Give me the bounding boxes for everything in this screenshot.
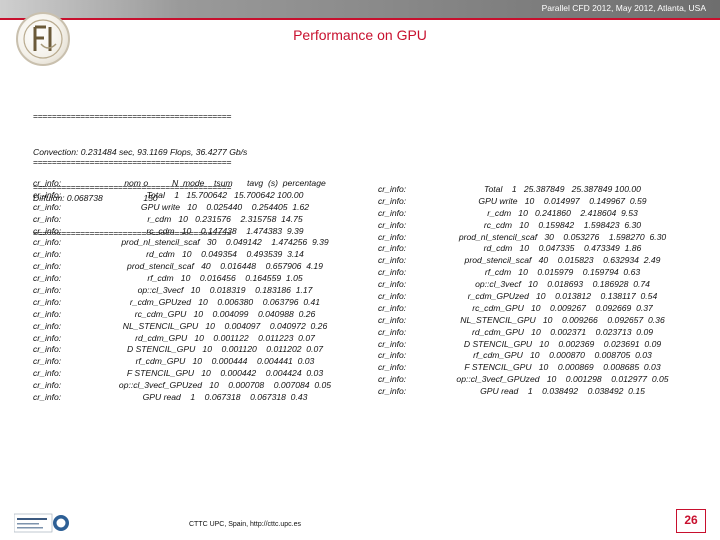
cr-info-prefix: cr_info: <box>378 386 407 397</box>
timing-row: F STENCIL_GPU 10 0.000442 0.004424 0.03 <box>126 368 324 379</box>
conference-label: Parallel CFD 2012, May 2012, Atlanta, US… <box>541 3 706 13</box>
timing-row: r_cdm 10 0.241860 2.418604 9.53 <box>487 207 638 218</box>
right-prefix-column: cr_info: cr_info: cr_info: cr_info: cr_info:… <box>378 184 406 398</box>
cr-info-prefix: cr_info: <box>33 380 62 391</box>
timing-row: op::cl_3vecf 10 0.018319 0.183186 1.17 <box>137 285 313 296</box>
cr-info-prefix: cr_info: <box>378 350 407 361</box>
cr-info-prefix: cr_info: <box>378 184 407 194</box>
cr-info-prefix: cr_info: <box>378 267 407 278</box>
header-divider <box>0 18 720 20</box>
timing-row: rc_cdm 10 0.159842 1.598423 6.30 <box>483 219 642 230</box>
timing-row: NL_STENCIL_GPU 10 0.009266 0.092657 0.36 <box>460 314 665 325</box>
cr-info-prefix: cr_info: <box>33 201 62 212</box>
timing-row: rd_cdm 10 0.047335 0.473349 1.86 <box>483 243 642 254</box>
cr-info-prefix: cr_info: <box>33 189 62 200</box>
cr-info-prefix: cr_info: <box>378 255 407 266</box>
timing-row: prod_stencil_scaf 40 0.016448 0.657906 4… <box>127 261 323 272</box>
timing-row: rd_cdm_GPU 10 0.001122 0.011223 0.07 <box>135 332 315 343</box>
timing-row: prod_nl_stencil_scaf 30 0.053276 1.59827… <box>458 231 667 242</box>
cr-info-prefix: cr_info: <box>33 308 62 319</box>
timing-row: prod_stencil_scaf 40 0.015823 0.632934 2… <box>464 255 661 266</box>
cr-info-prefix: cr_info: <box>378 219 407 230</box>
left-prefix-column: cr_info: cr_info: cr_info: cr_info: cr_info:… <box>33 178 61 404</box>
timing-row: NL_STENCIL_GPU 10 0.004097 0.040972 0.26 <box>122 320 328 331</box>
cr-info-prefix: cr_info: <box>33 332 62 343</box>
timing-row: Total 1 15.700642 15.700642 100.00 <box>146 189 304 200</box>
timing-row: rd_cdm_GPU 10 0.002371 0.023713 0.09 <box>471 326 654 337</box>
cr-info-prefix: cr_info: <box>378 207 407 218</box>
timing-row: op::cl_3vecf 10 0.018693 0.186928 0.74 <box>475 279 650 290</box>
timing-row: GPU read 1 0.038492 0.038492 0.15 <box>480 386 645 397</box>
timing-row: GPU write 10 0.014997 0.149967 0.59 <box>478 195 647 206</box>
timing-row: r_cdm_GPUzed 10 0.006380 0.063796 0.41 <box>129 296 321 307</box>
timing-row: rf_cdm_GPU 10 0.000444 0.004441 0.03 <box>135 356 315 367</box>
cr-info-prefix: cr_info: <box>33 237 62 248</box>
cr-info-prefix: cr_info: <box>378 279 407 290</box>
timing-row: GPU read 1 0.067318 0.067318 0.43 <box>142 392 308 403</box>
cr-info-prefix: cr_info: <box>33 285 62 296</box>
timing-row: nom o N mode tsum tavg (s) percentage <box>124 178 326 188</box>
timing-row: rc_cdm_GPU 10 0.009267 0.092669 0.37 <box>472 302 653 313</box>
right-timing-table: Total 1 25.387849 25.387849 100.00 GPU wr… <box>410 184 715 398</box>
cr-info-prefix: cr_info: <box>33 356 62 367</box>
timing-row: op::cl_3vecf_GPUzed 10 0.000708 0.007084… <box>118 380 332 391</box>
page-title: Performance on GPU <box>293 27 427 43</box>
cr-info-prefix: cr_info: <box>33 392 62 403</box>
timing-row: rc_cdm 10 0.147438 1.474383 9.39 <box>146 225 304 236</box>
cr-info-prefix: cr_info: <box>378 302 407 313</box>
cr-info-prefix: cr_info: <box>33 296 62 307</box>
cr-info-prefix: cr_info: <box>378 243 407 254</box>
cr-info-prefix: cr_info: <box>378 374 407 385</box>
timing-row: rf_cdm_GPU 10 0.000870 0.008705 0.03 <box>473 350 652 361</box>
cr-info-prefix: cr_info: <box>33 344 62 355</box>
timing-row: D STENCIL_GPU 10 0.002369 0.023691 0.09 <box>463 338 662 349</box>
cr-info-prefix: cr_info: <box>33 261 62 272</box>
cr-info-prefix: cr_info: <box>378 291 407 302</box>
timing-row: r_cdm 10 0.231576 2.315758 14.75 <box>147 213 303 224</box>
footer-credit: CTTC UPC, Spain, http://cttc.upc.es <box>188 521 302 528</box>
timing-row: op::cl_3vecf_GPUzed 10 0.001298 0.012977… <box>456 374 669 385</box>
cr-info-prefix: cr_info: <box>378 314 407 325</box>
timing-row: rd_cdm 10 0.049354 0.493539 3.14 <box>146 249 304 260</box>
timing-row: r_cdm_GPUzed 10 0.013812 0.138117 0.54 <box>467 291 658 302</box>
header-bar: Parallel CFD 2012, May 2012, Atlanta, US… <box>0 0 720 18</box>
cr-info-prefix: cr_info: <box>33 178 62 188</box>
timing-row: rf_cdm 10 0.015979 0.159794 0.63 <box>484 267 641 278</box>
timing-row: prod_nl_stencil_scaf 30 0.049142 1.47425… <box>121 237 329 248</box>
cr-info-prefix: cr_info: <box>33 320 62 331</box>
timing-row: GPU write 10 0.025440 0.254405 1.62 <box>140 201 310 212</box>
cr-info-prefix: cr_info: <box>378 326 407 337</box>
cr-info-prefix: cr_info: <box>33 368 62 379</box>
cr-info-prefix: cr_info: <box>33 225 62 236</box>
separator: ========================================… <box>33 157 232 168</box>
timing-row: Total 1 25.387849 25.387849 100.00 <box>484 184 641 194</box>
cr-info-prefix: cr_info: <box>378 362 407 373</box>
timing-row: rc_cdm_GPU 10 0.004099 0.040988 0.26 <box>134 308 316 319</box>
cr-info-prefix: cr_info: <box>378 338 407 349</box>
page-number: 26 <box>676 509 706 533</box>
separator: ========================================… <box>33 111 232 122</box>
timing-row: F STENCIL_GPU 10 0.000869 0.008685 0.03 <box>464 362 661 373</box>
timing-row: D STENCIL_GPU 10 0.001120 0.011202 0.07 <box>126 344 324 355</box>
timing-row: rf_cdm 10 0.016456 0.164559 1.05 <box>147 273 303 284</box>
left-timing-table: nom o N mode tsum tavg (s) percentage Tot… <box>70 178 380 404</box>
cr-info-prefix: cr_info: <box>378 195 407 206</box>
cr-info-prefix: cr_info: <box>33 273 62 284</box>
cr-info-prefix: cr_info: <box>33 213 62 224</box>
cr-info-prefix: cr_info: <box>378 231 407 242</box>
cr-info-prefix: cr_info: <box>33 249 62 260</box>
